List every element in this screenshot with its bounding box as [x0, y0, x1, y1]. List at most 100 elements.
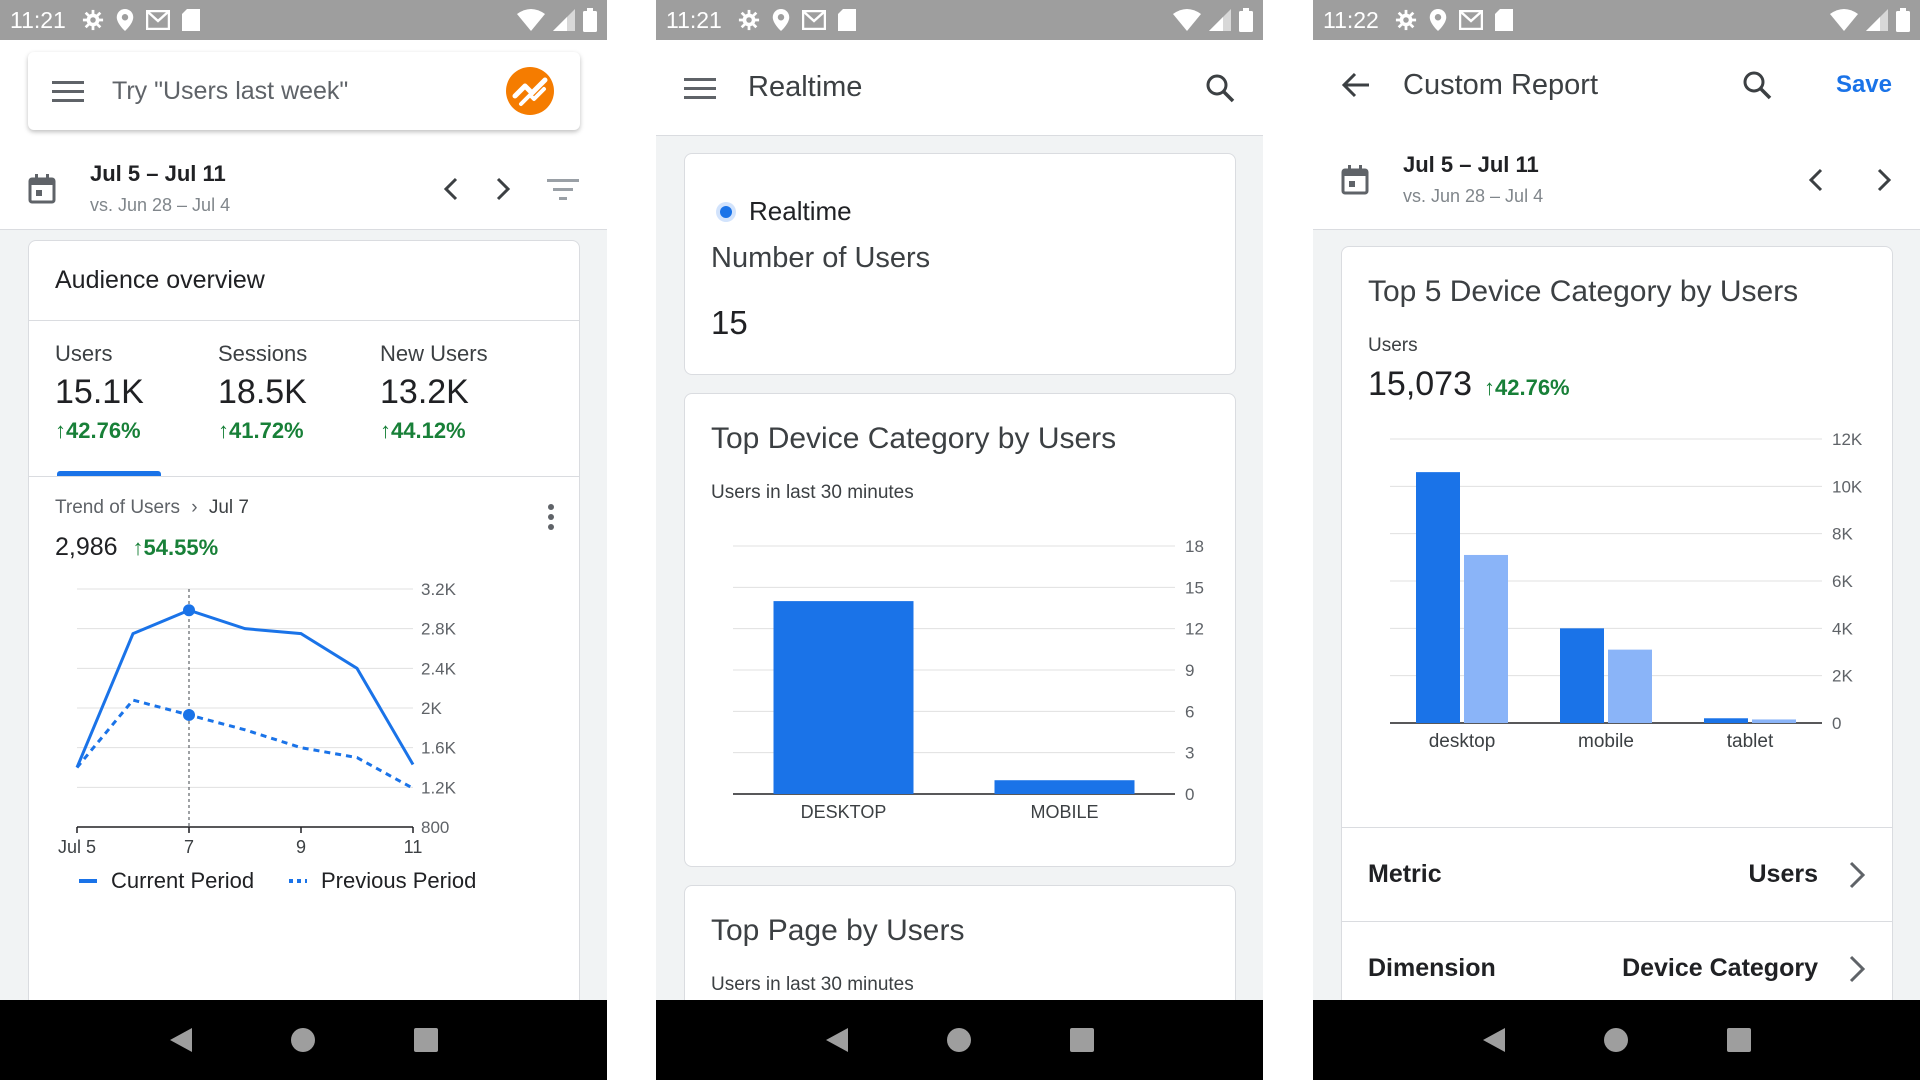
y-tick-label: 800 [421, 818, 449, 837]
y-tick-label: 3 [1185, 744, 1194, 763]
chevron-right-icon[interactable] [495, 176, 511, 202]
x-tick-label: mobile [1578, 731, 1634, 752]
metric-value: 15.1K [55, 373, 144, 411]
y-tick-label: 4K [1832, 619, 1853, 638]
metric-users[interactable]: Users 15.1K ↑42.76% [55, 341, 144, 444]
page-title: Realtime [748, 71, 863, 103]
metrics-row: Users 15.1K ↑42.76% Sessions 18.5K ↑41.7… [29, 321, 579, 477]
card-title: Top Device Category by Users [711, 422, 1117, 455]
users-trend-chart[interactable]: 3.2K 2.8K 2.4K 2K 1.6K 1.2K 800 Jul 5 7 9 11 Curren… [29, 577, 580, 1017]
recents-nav-icon[interactable] [1726, 1027, 1752, 1053]
date-range-compare: vs. Jun 28 – Jul 4 [90, 195, 231, 215]
y-tick-label: 0 [1185, 785, 1194, 804]
card-subtitle: Users in last 30 minutes [711, 482, 914, 503]
status-time: 11:21 [666, 6, 722, 33]
live-dot-icon [715, 201, 737, 223]
status-bar: 11:22 [1313, 0, 1920, 40]
trend-value: 2,986 [55, 533, 118, 561]
arrow-up-icon: ↑ [55, 418, 66, 443]
arrow-back-icon[interactable] [1341, 71, 1371, 99]
phone-custom-report: 11:22 Custom Report Save Jul 5 – Jul 11 … [1313, 0, 1920, 1080]
metric-new-users[interactable]: New Users 13.2K ↑44.12% [380, 341, 488, 444]
gmail-status-icon [1458, 10, 1483, 30]
sd-card-status-icon [1494, 9, 1513, 31]
bar [773, 601, 914, 794]
y-tick-label: 2K [421, 699, 442, 718]
status-bar: 11:21 [0, 0, 607, 40]
search-icon[interactable] [1742, 70, 1772, 100]
menu-icon[interactable] [684, 76, 716, 100]
metric-selector-row[interactable]: Metric Users [1342, 827, 1892, 921]
settings-status-icon [82, 9, 104, 31]
search-icon[interactable] [1205, 73, 1235, 103]
metric-value: 18.5K [218, 373, 307, 411]
chevron-left-icon[interactable] [1808, 167, 1824, 193]
back-nav-icon[interactable] [1481, 1026, 1507, 1054]
row-value: Users [1748, 860, 1819, 888]
y-tick-label: 2.4K [421, 659, 457, 678]
realtime-value: 15 [711, 304, 748, 341]
realtime-label: Realtime [749, 196, 852, 226]
analytics-logo-icon[interactable] [504, 65, 556, 117]
phone-realtime: 11:21 Realtime Realtime Number of Users … [656, 0, 1263, 1080]
date-range[interactable]: Jul 5 – Jul 11 vs. Jun 28 – Jul 4 [90, 161, 230, 216]
metric-sessions[interactable]: Sessions 18.5K ↑41.72% [218, 341, 307, 444]
trend-value-row: 2,986 ↑54.55% [55, 533, 218, 562]
recents-nav-icon[interactable] [413, 1027, 439, 1053]
date-range-bar: Jul 5 – Jul 11 vs. Jun 28 – Jul 4 [0, 148, 607, 230]
y-tick-label: 8K [1832, 525, 1853, 544]
row-label: Metric [1368, 860, 1442, 888]
report-value: 15,073 [1368, 365, 1472, 403]
y-tick-label: 9 [1185, 661, 1194, 680]
more-vert-icon[interactable] [547, 503, 555, 531]
bar-previous [1752, 719, 1796, 723]
y-tick-label: 2.8K [421, 620, 457, 639]
x-tick-label: DESKTOP [801, 802, 887, 822]
realtime-metric: Number of Users [711, 242, 931, 274]
chevron-left-icon[interactable] [443, 176, 459, 202]
report-delta: ↑42.76% [1484, 375, 1570, 400]
bar-previous [1464, 554, 1508, 723]
chevron-right-icon[interactable] [1876, 167, 1892, 193]
back-nav-icon[interactable] [168, 1026, 194, 1054]
filter-icon[interactable] [547, 177, 579, 201]
home-nav-icon[interactable] [290, 1027, 316, 1053]
calendar-icon[interactable] [1341, 164, 1369, 195]
gmail-status-icon [801, 10, 826, 30]
y-tick-label: 15 [1185, 578, 1204, 597]
battery-status-icon [1896, 8, 1910, 32]
top-device-card[interactable]: Top Device Category by Users Users in la… [684, 393, 1236, 867]
calendar-icon[interactable] [28, 173, 56, 204]
bar-current [1560, 628, 1604, 723]
y-tick-label: 10K [1832, 477, 1863, 496]
home-nav-icon[interactable] [1603, 1027, 1629, 1053]
device-bar-chart[interactable]: 12K 10K 8K 6K 4K 2K 0 desktop mobile tablet [1342, 427, 1893, 797]
highlight-point [183, 604, 195, 617]
device-bar-chart[interactable]: 18 15 12 9 6 3 0 DESKTOP MOBILE [685, 514, 1236, 854]
app-bar: Realtime [656, 40, 1263, 136]
y-tick-label: 1.6K [421, 739, 457, 758]
chevron-right-small-icon: › [191, 497, 198, 518]
y-tick-label: 12K [1832, 430, 1863, 449]
status-time: 11:22 [1323, 6, 1379, 33]
bar-current [1416, 472, 1460, 723]
realtime-card[interactable]: Realtime Number of Users 15 [684, 153, 1236, 375]
search-bar[interactable]: Try "Users last week" [28, 52, 580, 130]
report-value-row: 15,073 ↑42.76% [1368, 365, 1570, 404]
back-nav-icon[interactable] [824, 1026, 850, 1054]
save-button[interactable]: Save [1836, 71, 1892, 99]
trend-delta: ↑54.55% [132, 535, 219, 560]
date-range[interactable]: Jul 5 – Jul 11 vs. Jun 28 – Jul 4 [1403, 152, 1543, 207]
menu-icon[interactable] [52, 79, 84, 103]
trend-section: Trend of Users › Jul 7 2,986 ↑54.55% 3.2… [29, 477, 579, 1037]
y-tick-label: 18 [1185, 537, 1204, 556]
home-nav-icon[interactable] [946, 1027, 972, 1053]
previous-period-line [75, 698, 414, 790]
location-status-icon [116, 9, 134, 31]
arrow-up-icon: ↑ [1484, 375, 1495, 400]
bar [994, 780, 1135, 794]
recents-nav-icon[interactable] [1069, 1027, 1095, 1053]
search-placeholder[interactable]: Try "Users last week" [112, 77, 348, 106]
battery-status-icon [1239, 8, 1253, 32]
sd-card-status-icon [181, 9, 200, 31]
